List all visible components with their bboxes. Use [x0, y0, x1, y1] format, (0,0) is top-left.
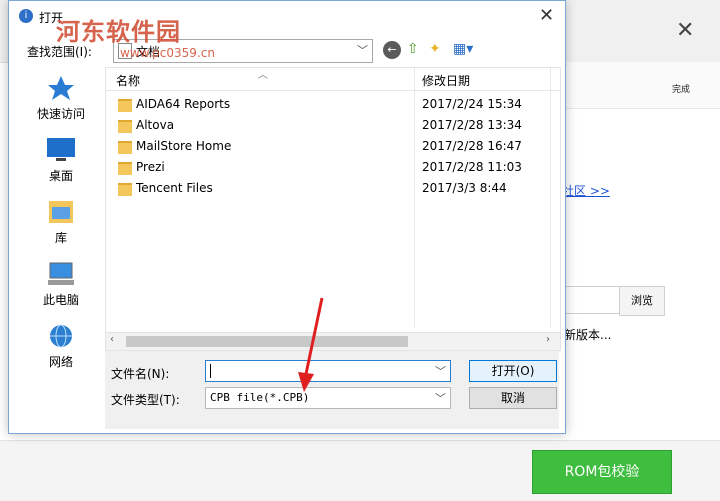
- annotation-arrow-icon: [298, 297, 324, 392]
